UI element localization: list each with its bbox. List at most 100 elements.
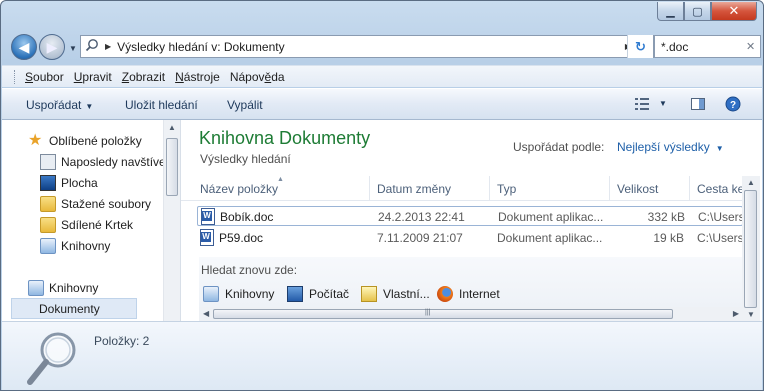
explorer-window: ▁ ▢ ✕ ◀ ▶ ▼ ▶ Výsledky hledání v: Dokume…: [0, 0, 764, 391]
preview-pane-button[interactable]: [690, 96, 706, 112]
arrange-by-dropdown[interactable]: Nejlepší výsledky ▼: [617, 140, 724, 154]
search-input[interactable]: *.doc ✕: [654, 35, 761, 58]
firefox-icon: [437, 286, 453, 302]
minimize-button[interactable]: ▁: [657, 2, 684, 21]
arrow-left-icon: ◀: [18, 38, 30, 55]
nav-pane-scrollbar[interactable]: ▲: [163, 120, 180, 321]
scroll-down-icon[interactable]: ▼: [747, 310, 755, 319]
file-size: 19 kB: [653, 231, 684, 245]
file-date: 7.11.2009 21:07: [377, 231, 463, 245]
menu-file[interactable]: Soubor: [20, 70, 69, 84]
file-name: P59.doc: [219, 231, 264, 245]
column-path[interactable]: Cesta ke: [697, 182, 744, 196]
table-row[interactable]: P59.doc 7.11.2009 21:07 Dokument aplikac…: [197, 228, 744, 248]
chevron-down-icon: ▼: [715, 144, 724, 153]
recent-pages-dropdown[interactable]: ▼: [69, 44, 77, 53]
minimize-icon: ▁: [666, 5, 675, 18]
scroll-thumb[interactable]: [166, 138, 178, 196]
close-button[interactable]: ✕: [711, 2, 757, 21]
search-value[interactable]: *.doc: [661, 40, 746, 54]
vertical-scrollbar[interactable]: ▲ ▼: [742, 176, 760, 321]
star-icon: ★: [28, 131, 43, 149]
word-document-icon: [200, 229, 214, 246]
arrow-right-icon: ▶: [46, 38, 58, 55]
nav-item-desktop[interactable]: Plocha: [40, 172, 98, 193]
scroll-grip-icon: |||: [425, 309, 431, 316]
libraries-icon: [203, 286, 219, 302]
nav-item-shared[interactable]: Sdílené Krtek: [40, 214, 133, 235]
file-date: 24.2.2013 22:41: [378, 210, 465, 224]
burn-button[interactable]: Vypálit: [227, 98, 263, 112]
column-divider[interactable]: [369, 176, 370, 200]
column-date[interactable]: Datum změny: [377, 182, 451, 196]
search-again-label: Hledat znovu zde:: [201, 263, 298, 277]
search-again-internet[interactable]: Internet: [437, 286, 500, 302]
nav-item-recent-places[interactable]: Naposledy navštíve: [40, 151, 166, 172]
forward-button[interactable]: ▶: [39, 34, 65, 60]
downloads-folder-icon: [40, 195, 56, 212]
address-path[interactable]: Výsledky hledání v: Dokumenty: [117, 40, 623, 54]
column-divider[interactable]: [489, 176, 490, 200]
nav-item-downloads[interactable]: Stažené soubory: [40, 193, 151, 214]
desktop-icon: [40, 174, 56, 191]
toolbar-grip[interactable]: [14, 69, 18, 84]
save-search-button[interactable]: Uložit hledání: [125, 98, 198, 112]
nav-item-libraries[interactable]: Knihovny: [28, 277, 98, 298]
file-type: Dokument aplikac...: [497, 231, 603, 245]
horizontal-scrollbar[interactable]: ◀ ||| ▶: [199, 307, 743, 321]
breadcrumb-chevron-icon[interactable]: ▶: [105, 42, 111, 51]
help-button[interactable]: ?: [725, 96, 741, 112]
file-path: C:\Users: [697, 231, 744, 245]
column-name[interactable]: Název položky: [200, 182, 278, 196]
scroll-thumb[interactable]: [213, 309, 673, 319]
column-divider[interactable]: [689, 176, 690, 200]
file-path: C:\Users: [698, 210, 745, 224]
custom-folder-icon: [361, 286, 377, 302]
table-row[interactable]: Bobík.doc 24.2.2013 22:41 Dokument aplik…: [197, 206, 745, 226]
magnifier-icon: [24, 328, 80, 388]
caption-buttons: ▁ ▢ ✕: [657, 2, 757, 21]
scroll-up-icon[interactable]: ▲: [747, 178, 755, 187]
scroll-right-icon[interactable]: ▶: [733, 309, 739, 318]
menu-edit[interactable]: Upravit: [69, 70, 117, 84]
maximize-icon: ▢: [692, 5, 703, 18]
clear-search-icon[interactable]: ✕: [746, 40, 760, 53]
content-pane: Knihovna Dokumenty Výsledky hledání Uspo…: [181, 120, 762, 321]
refresh-button[interactable]: ↻: [627, 35, 653, 58]
column-type[interactable]: Typ: [497, 182, 516, 196]
libraries-icon: [40, 237, 56, 254]
search-again-libraries[interactable]: Knihovny: [203, 286, 274, 302]
menu-tools[interactable]: Nástroje: [170, 70, 225, 84]
chevron-down-icon: ▼: [85, 102, 94, 111]
menu-view[interactable]: Zobrazit: [117, 70, 170, 84]
column-divider[interactable]: [609, 176, 610, 200]
menu-help[interactable]: Nápověda: [225, 70, 290, 84]
back-button[interactable]: ◀: [11, 34, 37, 60]
command-bar: Uspořádat ▼ Uložit hledání Vypálit ▼ ?: [2, 88, 762, 120]
organize-button[interactable]: Uspořádat ▼: [26, 98, 93, 112]
maximize-button[interactable]: ▢: [684, 2, 711, 21]
navigation-bar: ◀ ▶ ▼ ▶ Výsledky hledání v: Dokumenty ▶ …: [9, 32, 761, 62]
view-options-icon: [635, 98, 649, 110]
change-view-button[interactable]: [634, 96, 650, 112]
navigation-pane: ★ Oblíbené položky Naposledy navštíve Plo…: [2, 120, 181, 321]
address-bar[interactable]: ▶ Výsledky hledání v: Dokumenty ▶ ▼: [80, 35, 654, 58]
nav-item-libraries-fav[interactable]: Knihovny: [40, 235, 110, 256]
nav-item-documents[interactable]: Dokumenty: [11, 298, 137, 319]
library-subtitle: Výsledky hledání: [200, 152, 291, 166]
search-again-computer[interactable]: Počítač: [287, 286, 349, 302]
nav-item-favorites[interactable]: ★ Oblíbené položky: [28, 130, 142, 151]
column-size[interactable]: Velikost: [617, 182, 658, 196]
libraries-icon: [28, 279, 44, 296]
scroll-thumb[interactable]: [744, 190, 757, 308]
scroll-left-icon[interactable]: ◀: [203, 309, 209, 318]
menu-bar: Soubor Upravit Zobrazit Nástroje Nápověd…: [2, 65, 762, 87]
file-size: 332 kB: [647, 210, 685, 224]
view-dropdown-icon[interactable]: ▼: [659, 99, 667, 108]
search-results-icon: [85, 38, 103, 55]
preview-pane-icon: [691, 98, 705, 110]
svg-text:?: ?: [730, 100, 736, 111]
scroll-up-icon[interactable]: ▲: [168, 123, 176, 132]
search-again-custom[interactable]: Vlastní...: [361, 286, 430, 302]
refresh-icon: ↻: [635, 38, 646, 54]
